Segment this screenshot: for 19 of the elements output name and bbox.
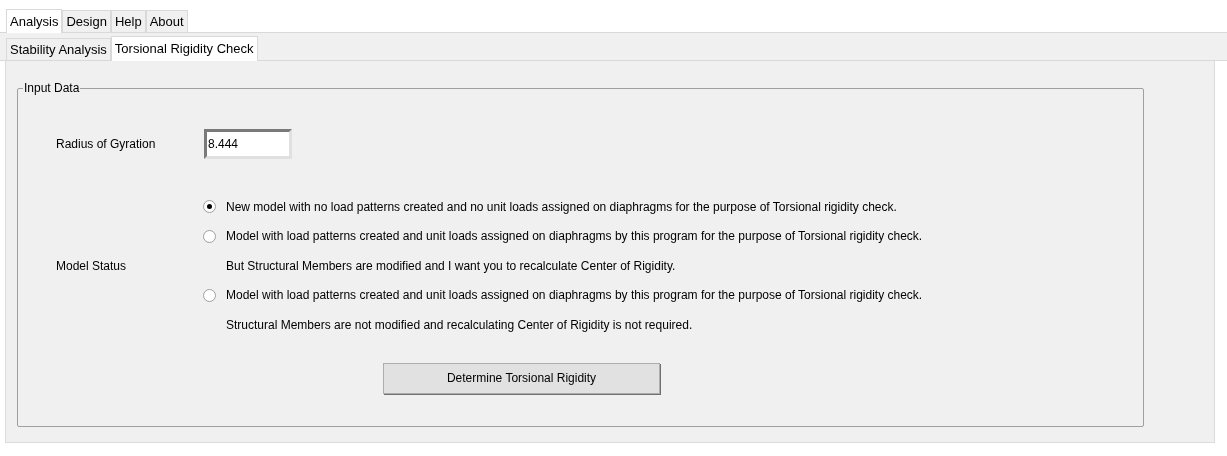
model-status-label: Model Status (55, 257, 128, 275)
option-text: New model with no load patterns created and no unit loads assigned on diaphragms for the purpose of Torsional rigidity check. (226, 198, 897, 216)
sub-tab[interactable]: Torsional Rigidity Check (110, 36, 258, 61)
option-text: Model with load patterns created and unit loads assigned on diaphragms by this program for the purpose of Torsional rigidity check. (226, 228, 923, 246)
option-text: But Structural Members are modified and I want you to recalculate Center of Rigidity. (226, 257, 676, 275)
sub-tab[interactable]: Stability Analysis (6, 38, 111, 60)
option-text: Model with load patterns created and unit loads assigned on diaphragms by this program for the purpose of Torsional rigidity check. (226, 287, 923, 305)
main-tab[interactable]: Help (110, 10, 146, 32)
radio-button[interactable] (203, 288, 216, 302)
radius-field[interactable]: 8.444 (204, 129, 292, 159)
option-text: Structural Members are not modified and recalculating Center of Rigidity is not required. (226, 316, 693, 334)
main-tab[interactable]: Analysis (6, 9, 63, 33)
main-tab[interactable]: Design (62, 10, 111, 32)
radio-button[interactable] (203, 229, 216, 243)
group-title: Input Data (23, 80, 81, 96)
main-tab[interactable]: About (145, 10, 188, 32)
radio-button[interactable] (203, 200, 216, 214)
radius-label: Radius of Gyration (56, 136, 157, 153)
determine-button[interactable]: Determine Torsional Rigidity (383, 362, 660, 394)
